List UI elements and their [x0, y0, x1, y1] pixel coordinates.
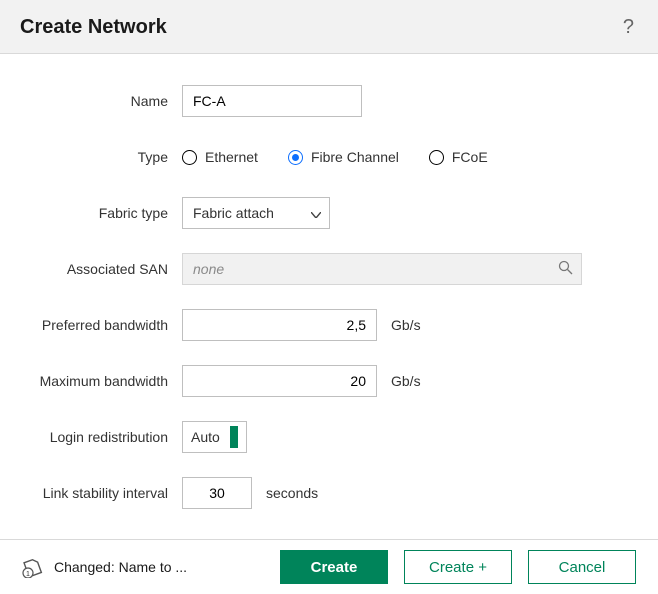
- svg-text:1: 1: [26, 571, 30, 578]
- label-type: Type: [10, 149, 168, 165]
- status-text: Changed: Name to ...: [54, 559, 187, 575]
- create-button[interactable]: Create: [280, 550, 388, 584]
- name-field[interactable]: [182, 85, 362, 117]
- row-name: Name: [10, 84, 638, 118]
- radio-label: FCoE: [452, 149, 488, 165]
- page-title: Create Network: [20, 16, 167, 39]
- radio-fibre-channel[interactable]: Fibre Channel: [288, 149, 399, 165]
- label-fabric-type: Fabric type: [10, 205, 168, 221]
- maximum-bandwidth-field[interactable]: [182, 365, 377, 397]
- label-login-redistribution: Login redistribution: [10, 429, 168, 445]
- link-stability-interval-field[interactable]: [182, 477, 252, 509]
- type-radio-group: Ethernet Fibre Channel FCoE: [182, 149, 488, 165]
- row-preferred-bandwidth: Preferred bandwidth Gb/s: [10, 308, 638, 342]
- radio-circle-icon: [429, 150, 444, 165]
- row-type: Type Ethernet Fibre Channel FCoE: [10, 140, 638, 174]
- chevron-down-icon: [311, 205, 321, 221]
- help-icon[interactable]: ?: [623, 16, 634, 39]
- associated-san-field[interactable]: none: [182, 253, 582, 285]
- label-associated-san: Associated SAN: [10, 261, 168, 277]
- create-network-dialog: Create Network ? Name Type Ethernet Fibr: [0, 0, 658, 594]
- row-fabric-type: Fabric type Fabric attach: [10, 196, 638, 230]
- radio-label: Fibre Channel: [311, 149, 399, 165]
- radio-label: Ethernet: [205, 149, 258, 165]
- preferred-bandwidth-field[interactable]: [182, 309, 377, 341]
- select-value: Fabric attach: [193, 205, 274, 221]
- radio-fcoe[interactable]: FCoE: [429, 149, 488, 165]
- toggle-value: Auto: [191, 429, 220, 445]
- changes-badge-icon[interactable]: 1: [22, 556, 44, 578]
- label-maximum-bandwidth: Maximum bandwidth: [10, 373, 168, 389]
- row-maximum-bandwidth: Maximum bandwidth Gb/s: [10, 364, 638, 398]
- dialog-header: Create Network ?: [0, 0, 658, 54]
- search-icon[interactable]: [558, 260, 573, 278]
- radio-circle-icon: [288, 150, 303, 165]
- status-cell: 1 Changed: Name to ...: [22, 556, 264, 578]
- row-login-redistribution: Login redistribution Auto: [10, 420, 638, 454]
- dialog-footer: 1 Changed: Name to ... Create Create + C…: [0, 539, 658, 594]
- radio-ethernet[interactable]: Ethernet: [182, 149, 258, 165]
- unit-link-stability-interval: seconds: [266, 485, 318, 501]
- create-plus-button[interactable]: Create +: [404, 550, 512, 584]
- san-placeholder: none: [193, 261, 224, 277]
- fabric-type-select[interactable]: Fabric attach: [182, 197, 330, 229]
- cancel-button[interactable]: Cancel: [528, 550, 636, 584]
- radio-dot-icon: [292, 154, 299, 161]
- radio-circle-icon: [182, 150, 197, 165]
- row-associated-san: Associated SAN none: [10, 252, 638, 286]
- toggle-handle-icon: [230, 426, 238, 448]
- label-link-stability-interval: Link stability interval: [10, 485, 168, 501]
- row-link-stability-interval: Link stability interval seconds: [10, 476, 638, 510]
- label-name: Name: [10, 93, 168, 109]
- form-body: Name Type Ethernet Fibre Channel: [0, 54, 658, 539]
- unit-maximum-bandwidth: Gb/s: [391, 373, 421, 389]
- unit-preferred-bandwidth: Gb/s: [391, 317, 421, 333]
- login-redistribution-toggle[interactable]: Auto: [182, 421, 247, 453]
- label-preferred-bandwidth: Preferred bandwidth: [10, 317, 168, 333]
